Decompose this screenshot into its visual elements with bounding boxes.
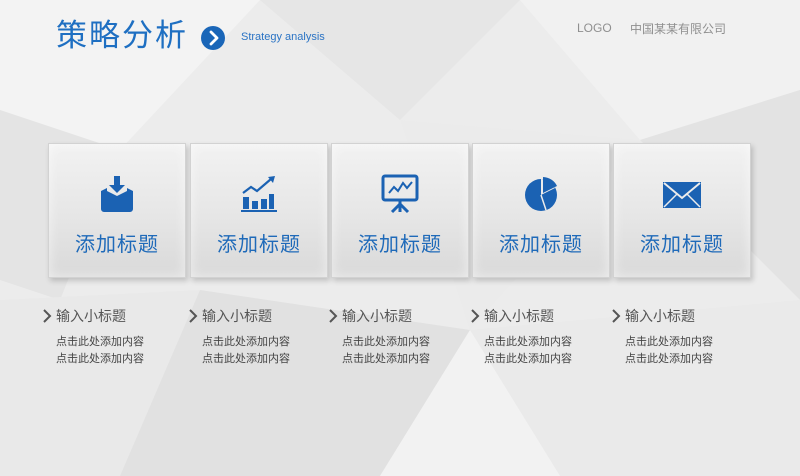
card-5[interactable]: 添加标题 <box>613 143 751 278</box>
bar-chart-growth-icon <box>241 176 277 212</box>
item-subtitle[interactable]: 输入小标题 <box>484 306 554 326</box>
item-content-line[interactable]: 点击此处添加内容 <box>625 350 713 366</box>
item-content-line[interactable]: 点击此处添加内容 <box>202 350 290 366</box>
envelope-icon <box>663 182 701 208</box>
chevron-right-icon <box>43 309 52 323</box>
chevron-right-icon <box>209 30 219 46</box>
logo-text: LOGO <box>577 21 612 35</box>
chevron-right-icon <box>329 309 338 323</box>
card-title: 添加标题 <box>217 232 301 256</box>
item-subtitle[interactable]: 输入小标题 <box>56 306 126 326</box>
item-subtitle[interactable]: 输入小标题 <box>342 306 412 326</box>
item-content-line[interactable]: 点击此处添加内容 <box>56 333 144 349</box>
item-content-line[interactable]: 点击此处添加内容 <box>342 333 430 349</box>
card-1[interactable]: 添加标题 <box>48 143 186 278</box>
download-box-icon <box>101 176 133 212</box>
chevron-right-icon <box>471 309 480 323</box>
title-arrow-button[interactable] <box>201 26 225 50</box>
card-3[interactable]: 添加标题 <box>331 143 469 278</box>
item-content-line[interactable]: 点击此处添加内容 <box>625 333 713 349</box>
item-subtitle[interactable]: 输入小标题 <box>202 306 272 326</box>
item-content-line[interactable]: 点击此处添加内容 <box>484 333 572 349</box>
card-title: 添加标题 <box>640 232 724 256</box>
company-name: 中国某某有限公司 <box>630 22 727 36</box>
item-content-line[interactable]: 点击此处添加内容 <box>342 350 430 366</box>
presentation-board-icon <box>381 174 419 214</box>
chevron-right-icon <box>189 309 198 323</box>
page-subtitle: Strategy analysis <box>241 31 325 43</box>
item-content-line[interactable]: 点击此处添加内容 <box>202 333 290 349</box>
pie-chart-icon <box>525 177 557 211</box>
card-2[interactable]: 添加标题 <box>190 143 328 278</box>
card-title: 添加标题 <box>499 232 583 256</box>
card-4[interactable]: 添加标题 <box>472 143 610 278</box>
item-content-line[interactable]: 点击此处添加内容 <box>56 350 144 366</box>
card-title: 添加标题 <box>358 232 442 256</box>
page-title: 策略分析 <box>56 18 188 54</box>
chevron-right-icon <box>612 309 621 323</box>
card-title: 添加标题 <box>75 232 159 256</box>
item-content-line[interactable]: 点击此处添加内容 <box>484 350 572 366</box>
item-subtitle[interactable]: 输入小标题 <box>625 306 695 326</box>
